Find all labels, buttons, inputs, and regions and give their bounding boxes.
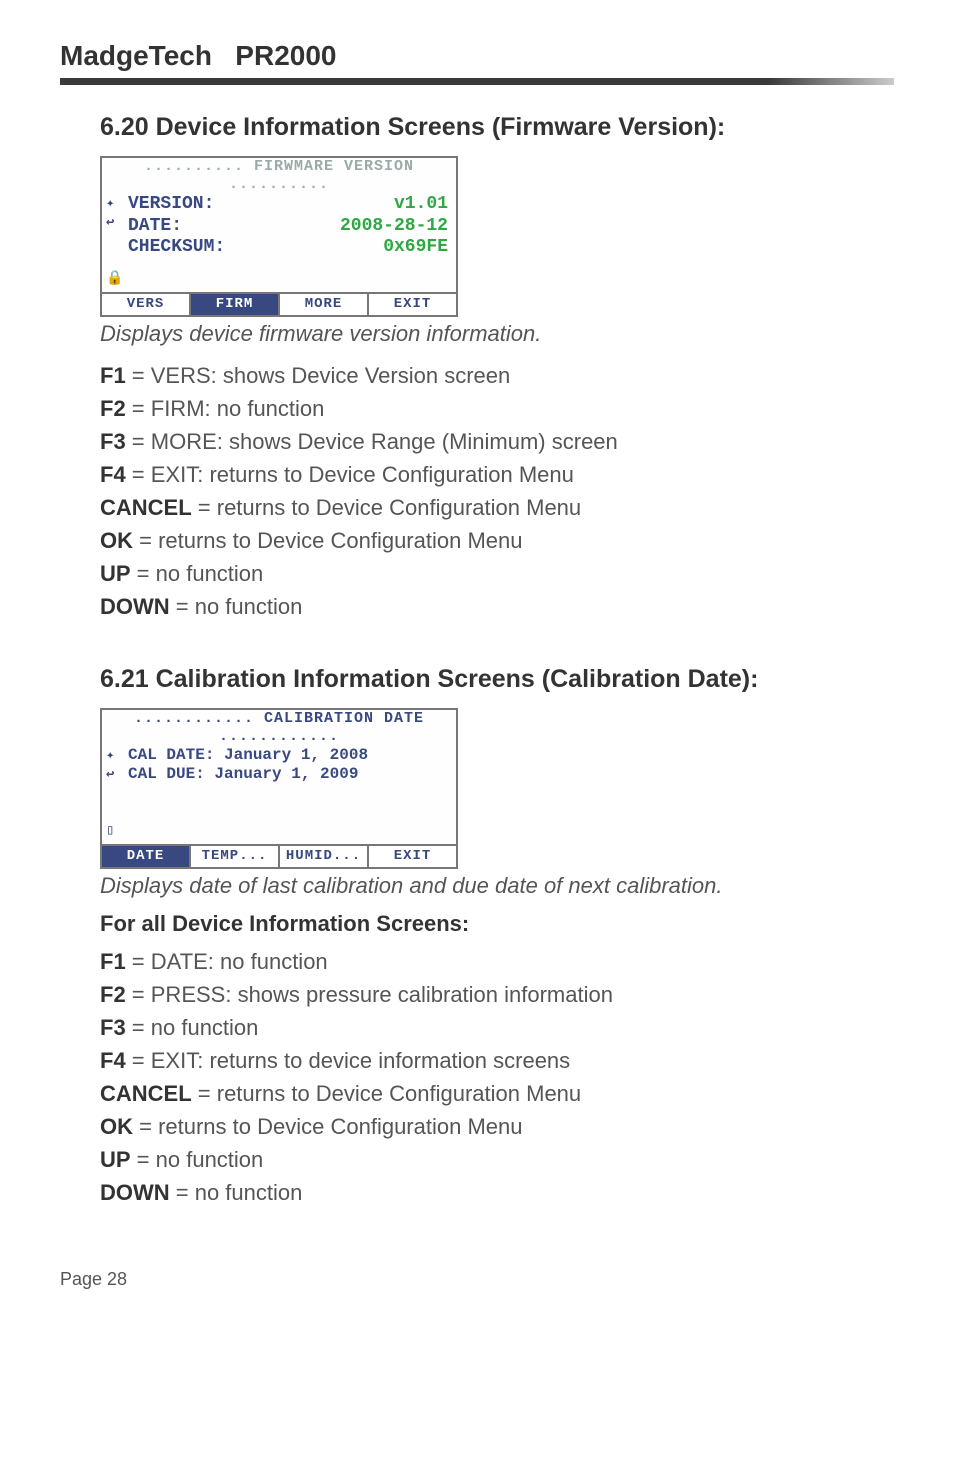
key-row: CANCEL = returns to Device Configuration… [100, 491, 894, 524]
key-list-621: F1 = DATE: no function F2 = PRESS: shows… [100, 945, 894, 1209]
section-heading-620: 6.20 Device Information Screens (Firmwar… [100, 113, 894, 142]
key-row: F4 = EXIT: returns to Device Configurati… [100, 458, 894, 491]
lcd-value: 2008-28-12 [340, 216, 448, 238]
key-name: F2 [100, 982, 126, 1007]
wrench-icon: ✦ [106, 196, 124, 213]
wrench-icon: ✦ [106, 748, 124, 765]
lcd-tab-more: MORE [280, 294, 369, 315]
key-row: UP = no function [100, 1143, 894, 1176]
key-desc: = PRESS: shows pressure calibration info… [126, 982, 613, 1007]
key-name: OK [100, 1114, 133, 1139]
key-name: F1 [100, 363, 126, 388]
key-name: F3 [100, 1015, 126, 1040]
lcd-row-checksum: CHECKSUM: 0x69FE [128, 237, 448, 259]
key-desc: = EXIT: returns to device information sc… [126, 1048, 570, 1073]
key-row: F4 = EXIT: returns to device information… [100, 1044, 894, 1077]
lcd-row-date: DATE: 2008-28-12 [128, 216, 448, 238]
lcd-side-icons: ✦ ↩ [106, 748, 124, 784]
lcd-label: VERSION: [128, 194, 214, 216]
brand-text: MadgeTech [60, 40, 212, 71]
key-name: DOWN [100, 1180, 170, 1205]
key-desc: = no function [170, 594, 303, 619]
key-name: F1 [100, 949, 126, 974]
key-name: CANCEL [100, 1081, 192, 1106]
page-header: MadgeTech PR2000 [60, 40, 894, 72]
key-desc: = FIRM: no function [126, 396, 325, 421]
key-row: DOWN = no function [100, 1176, 894, 1209]
lcd-tabs: VERS FIRM MORE EXIT [102, 292, 456, 315]
key-name: F4 [100, 462, 126, 487]
key-desc: = no function [131, 1147, 264, 1172]
key-name: F4 [100, 1048, 126, 1073]
key-desc: = DATE: no function [126, 949, 328, 974]
page-footer: Page 28 [60, 1269, 894, 1290]
lcd-firmware-screenshot: .......... FIRWMARE VERSION .......... ✦… [100, 156, 458, 317]
battery-icon: ▯ [106, 823, 114, 840]
key-row: F1 = VERS: shows Device Version screen [100, 359, 894, 392]
key-name: UP [100, 561, 131, 586]
lcd-tab-humid: HUMID... [280, 846, 369, 867]
key-name: UP [100, 1147, 131, 1172]
section-heading-621: 6.21 Calibration Information Screens (Ca… [100, 665, 894, 694]
key-desc: = returns to Device Configuration Menu [192, 1081, 581, 1106]
key-desc: = no function [126, 1015, 259, 1040]
model-text: PR2000 [235, 40, 336, 71]
key-row: DOWN = no function [100, 590, 894, 623]
back-arrow-icon: ↩ [106, 767, 124, 784]
key-desc: = returns to Device Configuration Menu [192, 495, 581, 520]
lcd-body: ✦ ↩ CAL DATE: January 1, 2008 CAL DUE: J… [102, 746, 456, 844]
key-desc: = no function [131, 561, 264, 586]
lcd-tabs: DATE TEMP... HUMID... EXIT [102, 844, 456, 867]
header-rule [60, 78, 894, 85]
key-row: F3 = no function [100, 1011, 894, 1044]
key-desc: = EXIT: returns to Device Configuration … [126, 462, 574, 487]
key-list-620: F1 = VERS: shows Device Version screen F… [100, 359, 894, 623]
key-desc: = returns to Device Configuration Menu [133, 528, 522, 553]
lcd-side-icons: ✦ ↩ [106, 196, 124, 232]
lock-icon: 🔒 [106, 271, 123, 288]
lcd-value: 0x69FE [383, 237, 448, 259]
key-desc: = VERS: shows Device Version screen [126, 363, 511, 388]
key-row: F1 = DATE: no function [100, 945, 894, 978]
lcd-value: v1.01 [394, 194, 448, 216]
lcd-body: ✦ ↩ VERSION: v1.01 DATE: 2008-28-12 CHEC… [102, 194, 456, 292]
lcd-row-version: VERSION: v1.01 [128, 194, 448, 216]
key-desc: = MORE: shows Device Range (Minimum) scr… [126, 429, 618, 454]
key-desc: = returns to Device Configuration Menu [133, 1114, 522, 1139]
key-row: OK = returns to Device Configuration Men… [100, 524, 894, 557]
key-desc: = no function [170, 1180, 303, 1205]
lcd-line-caldate: CAL DATE: January 1, 2008 [128, 746, 448, 765]
lcd-calibration-screenshot: ............ CALIBRATION DATE ..........… [100, 708, 458, 869]
caption-621: Displays date of last calibration and du… [100, 873, 894, 899]
key-row: UP = no function [100, 557, 894, 590]
lcd-tab-exit: EXIT [369, 294, 456, 315]
back-arrow-icon: ↩ [106, 215, 124, 232]
caption-620: Displays device firmware version informa… [100, 321, 894, 347]
lcd-tab-firm: FIRM [191, 294, 280, 315]
lcd-label: CHECKSUM: [128, 237, 225, 259]
key-row: F3 = MORE: shows Device Range (Minimum) … [100, 425, 894, 458]
subheading-621: For all Device Information Screens: [100, 911, 894, 937]
lcd-tab-vers: VERS [102, 294, 191, 315]
key-row: CANCEL = returns to Device Configuration… [100, 1077, 894, 1110]
lcd-line-caldue: CAL DUE: January 1, 2009 [128, 765, 448, 784]
key-row: OK = returns to Device Configuration Men… [100, 1110, 894, 1143]
lcd-tab-date: DATE [102, 846, 191, 867]
lcd-tab-exit: EXIT [369, 846, 456, 867]
key-name: CANCEL [100, 495, 192, 520]
lcd-title: ............ CALIBRATION DATE ..........… [102, 710, 456, 746]
lcd-label: DATE: [128, 216, 182, 238]
key-name: DOWN [100, 594, 170, 619]
lcd-tab-temp: TEMP... [191, 846, 280, 867]
key-row: F2 = FIRM: no function [100, 392, 894, 425]
key-name: F2 [100, 396, 126, 421]
key-name: OK [100, 528, 133, 553]
lcd-title: .......... FIRWMARE VERSION .......... [102, 158, 456, 194]
key-name: F3 [100, 429, 126, 454]
key-row: F2 = PRESS: shows pressure calibration i… [100, 978, 894, 1011]
